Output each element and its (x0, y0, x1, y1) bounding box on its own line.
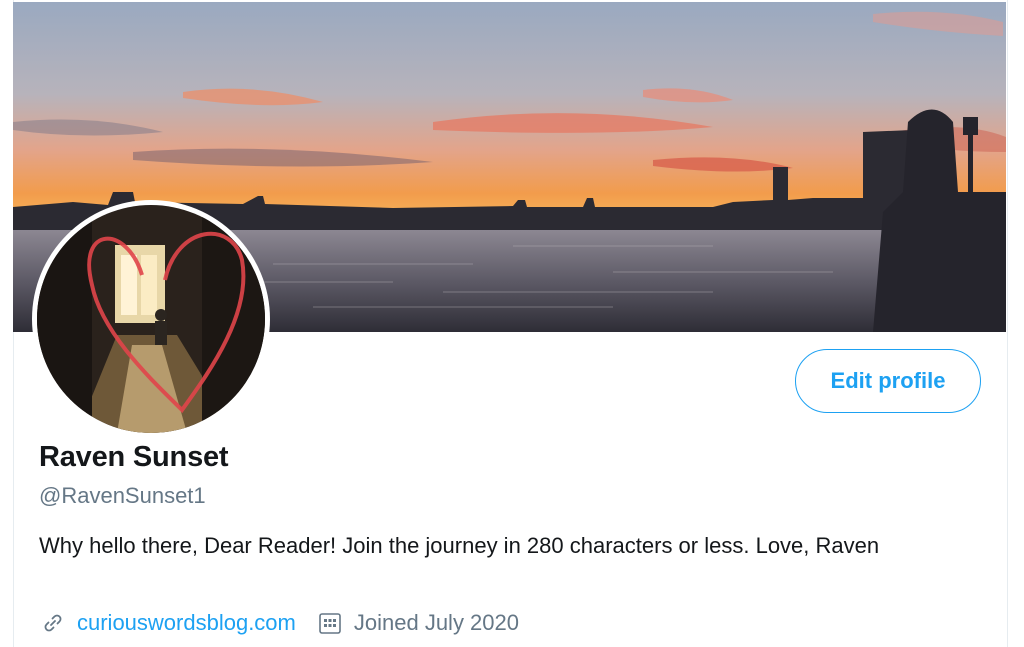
joined-date: Joined July 2020 (353, 610, 519, 635)
user-handle: @RavenSunset1 (39, 483, 206, 508)
profile-bio: Why hello there, Dear Reader! Join the j… (39, 533, 880, 558)
link-icon (39, 609, 67, 637)
edit-profile-button[interactable]: Edit profile (795, 349, 981, 413)
website-link[interactable]: curiouswordsblog.com (77, 610, 296, 636)
display-name: Raven Sunset (39, 441, 229, 473)
calendar-icon (316, 609, 344, 637)
profile-avatar[interactable] (32, 200, 270, 438)
profile-meta: curiouswordsblog.com Joined July 2020 (39, 606, 519, 640)
